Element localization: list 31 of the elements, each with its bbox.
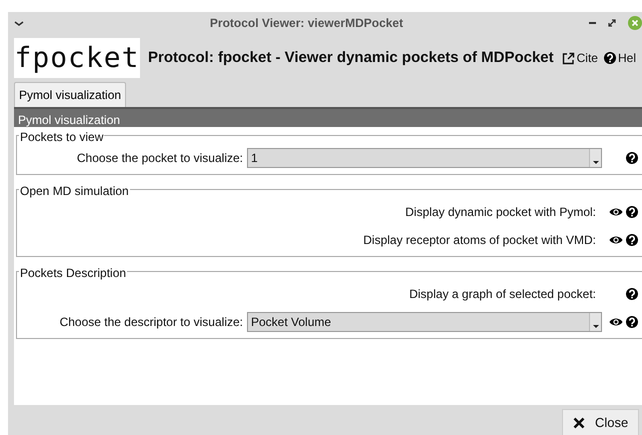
logo: fpocket [14, 38, 140, 78]
field-label: Display a graph of selected pocket: [408, 286, 597, 303]
window-title: Protocol Viewer: viewerMDPocket [208, 15, 404, 32]
eye-icon[interactable] [609, 234, 623, 246]
help-icon[interactable] [626, 316, 638, 328]
help-link[interactable]: Hel [604, 49, 636, 67]
help-icon[interactable] [626, 234, 638, 246]
close-icon [573, 416, 585, 428]
caret-icon [592, 161, 598, 164]
field-label: Choose the pocket to visualize: [76, 150, 244, 167]
close-button[interactable]: Close [562, 409, 640, 435]
help-icon[interactable] [626, 152, 638, 164]
maximize-icon[interactable] [608, 19, 616, 27]
external-link-icon [562, 52, 575, 64]
dropdown[interactable]: Pocket Volume [247, 312, 602, 332]
cite-link[interactable]: Cite [562, 49, 598, 67]
field-label: Display dynamic pocket with Pymol: [404, 204, 597, 221]
caret-icon [592, 325, 598, 328]
menu-icon[interactable] [14, 20, 24, 26]
minimize-icon[interactable] [589, 19, 596, 27]
help-icon[interactable] [626, 288, 638, 300]
field-label: Display receptor atoms of pocket with VMD: [362, 232, 597, 249]
help-icon[interactable] [626, 206, 638, 218]
tab[interactable]: Pymol visualization [14, 82, 126, 107]
eye-icon[interactable] [609, 206, 623, 218]
dropdown[interactable]: 1 [247, 148, 602, 168]
section-header: Pymol visualization [14, 107, 642, 127]
protocol-title: Protocol: fpocket - Viewer dynamic pockets of MDPocket [148, 48, 554, 68]
help-icon [604, 52, 616, 64]
field-label: Choose the descriptor to visualize: [58, 314, 244, 331]
eye-icon[interactable] [609, 316, 623, 328]
